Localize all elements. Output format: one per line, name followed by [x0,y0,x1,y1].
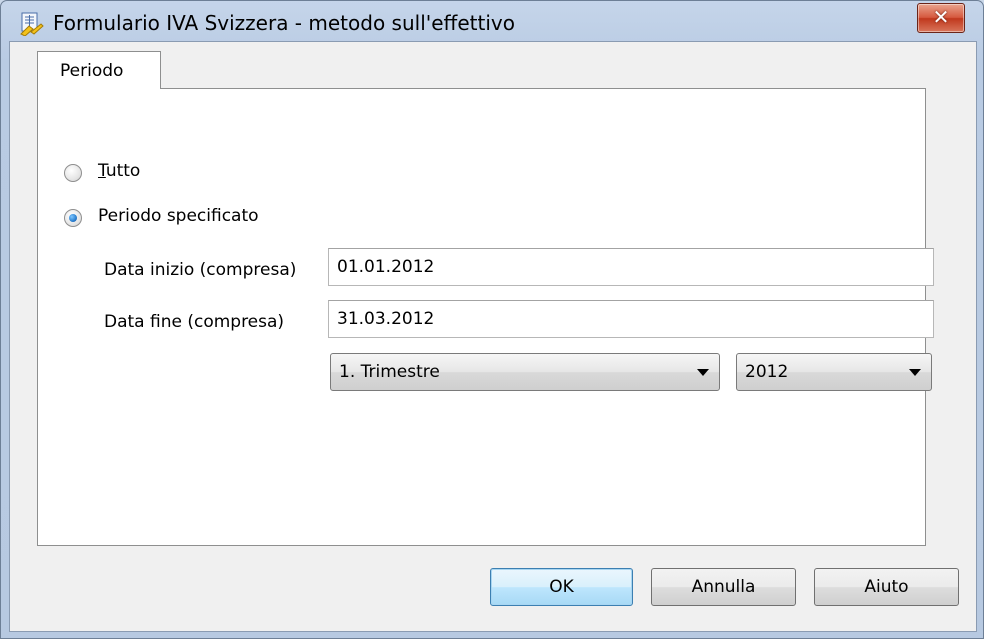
tab-panel-periodo: Tutto Periodo specificato Data inizio (c… [37,88,934,546]
year-select-value: 2012 [745,362,789,382]
window-title: Formulario IVA Svizzera - metodo sull'ef… [53,11,515,35]
quarter-select-value: 1. Trimestre [339,362,440,382]
start-date-input[interactable] [337,257,881,277]
radio-specified-period[interactable] [64,209,82,227]
end-date-input[interactable] [337,309,881,329]
start-date-label: Data inizio (compresa) [104,260,297,280]
radio-all[interactable] [64,164,82,182]
end-date-label: Data fine (compresa) [104,312,285,332]
start-date-field[interactable] [328,248,934,286]
quarter-select[interactable]: 1. Trimestre [330,353,720,391]
radio-specified-period-label[interactable]: Periodo specificato [98,206,259,226]
tab-periodo[interactable]: Periodo [37,51,161,89]
dialog-window: Formulario IVA Svizzera - metodo sull'ef… [0,0,984,639]
form-icon [19,12,45,37]
ok-button[interactable]: OK [490,568,633,606]
tab-label: Periodo [60,61,124,81]
chevron-down-icon [909,369,921,376]
radio-all-label[interactable]: Tutto [98,161,140,181]
title-bar[interactable]: Formulario IVA Svizzera - metodo sull'ef… [1,1,983,41]
cancel-button[interactable]: Annulla [651,568,796,606]
help-button[interactable]: Aiuto [814,568,959,606]
close-icon: ✕ [932,5,950,29]
close-button[interactable]: ✕ [917,3,965,33]
year-select[interactable]: 2012 [736,353,932,391]
end-date-field[interactable] [328,300,934,338]
chevron-down-icon [697,369,709,376]
